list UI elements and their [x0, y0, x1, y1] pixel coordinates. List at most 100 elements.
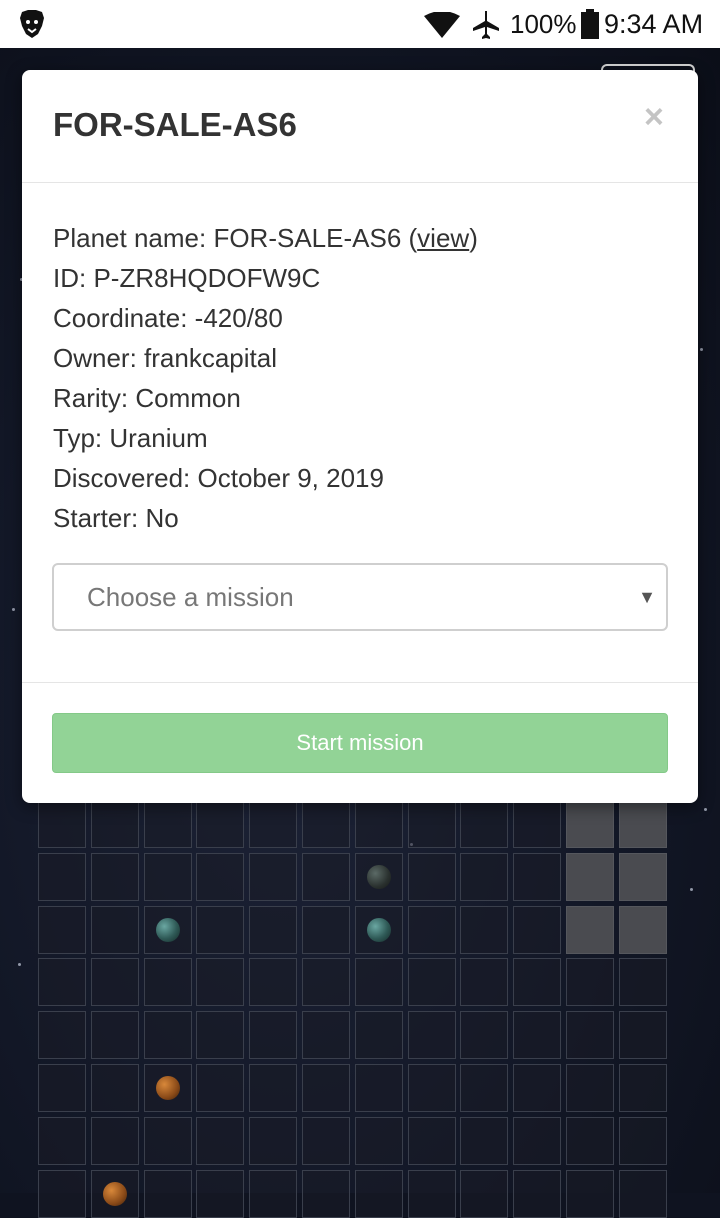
grid-cell[interactable] — [460, 852, 509, 901]
planet-grid[interactable] — [38, 800, 672, 1218]
grid-cell[interactable] — [566, 1116, 614, 1165]
grid-cell[interactable] — [90, 1011, 139, 1060]
grid-cell[interactable] — [513, 852, 562, 901]
planet-icon[interactable] — [102, 1181, 127, 1206]
grid-cell[interactable] — [618, 1169, 667, 1218]
grid-cell[interactable] — [249, 1116, 298, 1165]
grid-cell[interactable] — [618, 905, 667, 954]
grid-cell[interactable] — [513, 958, 562, 1007]
grid-cell[interactable] — [249, 1169, 298, 1218]
grid-cell[interactable] — [618, 958, 667, 1007]
close-icon[interactable]: × — [644, 98, 664, 137]
grid-cell[interactable] — [196, 905, 245, 954]
grid-cell[interactable] — [618, 852, 667, 901]
grid-cell[interactable] — [566, 958, 614, 1007]
grid-cell[interactable] — [143, 1011, 192, 1060]
grid-cell[interactable] — [354, 800, 403, 848]
grid-cell[interactable] — [407, 1011, 456, 1060]
planet-icon[interactable] — [366, 917, 391, 942]
grid-cell[interactable] — [302, 1064, 350, 1112]
grid-cell[interactable] — [249, 905, 298, 954]
grid-cell[interactable] — [618, 1064, 667, 1112]
grid-cell[interactable] — [90, 800, 139, 848]
grid-cell[interactable] — [513, 1011, 562, 1060]
grid-cell[interactable] — [407, 1169, 456, 1218]
grid-cell[interactable] — [196, 1064, 245, 1112]
grid-cell[interactable] — [460, 958, 509, 1007]
grid-cell[interactable] — [460, 800, 509, 848]
grid-cell[interactable] — [249, 1011, 298, 1060]
grid-cell[interactable] — [90, 905, 139, 954]
grid-cell[interactable] — [354, 1064, 403, 1112]
grid-cell[interactable] — [143, 1169, 192, 1218]
grid-cell[interactable] — [460, 905, 509, 954]
mission-select[interactable]: Choose a mission ▼ — [52, 563, 668, 631]
grid-cell[interactable] — [249, 800, 298, 848]
grid-cell[interactable] — [196, 1169, 245, 1218]
grid-cell[interactable] — [354, 1116, 403, 1165]
grid-cell[interactable] — [618, 1116, 667, 1165]
grid-cell[interactable] — [407, 1064, 456, 1112]
grid-cell[interactable] — [407, 958, 456, 1007]
grid-cell[interactable] — [38, 1011, 86, 1060]
grid-cell[interactable] — [143, 958, 192, 1007]
grid-cell[interactable] — [302, 958, 350, 1007]
grid-cell[interactable] — [143, 905, 192, 954]
grid-cell[interactable] — [38, 1064, 86, 1112]
grid-cell[interactable] — [38, 905, 86, 954]
grid-cell[interactable] — [513, 1116, 562, 1165]
grid-cell[interactable] — [513, 1064, 562, 1112]
grid-cell[interactable] — [407, 800, 456, 848]
grid-cell[interactable] — [566, 852, 614, 901]
grid-cell[interactable] — [513, 800, 562, 848]
planet-icon[interactable] — [366, 864, 391, 889]
grid-cell[interactable] — [354, 958, 403, 1007]
grid-cell[interactable] — [38, 1169, 86, 1218]
grid-cell[interactable] — [90, 1064, 139, 1112]
grid-cell[interactable] — [196, 958, 245, 1007]
grid-cell[interactable] — [302, 905, 350, 954]
grid-cell[interactable] — [38, 852, 86, 901]
grid-cell[interactable] — [618, 800, 667, 848]
grid-cell[interactable] — [196, 852, 245, 901]
grid-cell[interactable] — [90, 1169, 139, 1218]
grid-cell[interactable] — [38, 800, 86, 848]
grid-cell[interactable] — [618, 1011, 667, 1060]
grid-cell[interactable] — [90, 852, 139, 901]
grid-cell[interactable] — [38, 958, 86, 1007]
planet-icon[interactable] — [155, 1076, 180, 1100]
grid-cell[interactable] — [407, 852, 456, 901]
grid-cell[interactable] — [407, 1116, 456, 1165]
grid-cell[interactable] — [196, 800, 245, 848]
grid-cell[interactable] — [196, 1011, 245, 1060]
grid-cell[interactable] — [302, 1116, 350, 1165]
grid-cell[interactable] — [143, 800, 192, 848]
grid-cell[interactable] — [354, 852, 403, 901]
grid-cell[interactable] — [566, 905, 614, 954]
grid-cell[interactable] — [143, 1064, 192, 1112]
grid-cell[interactable] — [249, 958, 298, 1007]
grid-cell[interactable] — [143, 852, 192, 901]
start-mission-button[interactable]: Start mission — [52, 713, 668, 773]
grid-cell[interactable] — [354, 905, 403, 954]
grid-cell[interactable] — [407, 905, 456, 954]
grid-cell[interactable] — [460, 1064, 509, 1112]
grid-cell[interactable] — [196, 1116, 245, 1165]
grid-cell[interactable] — [302, 852, 350, 901]
grid-cell[interactable] — [566, 1064, 614, 1112]
grid-cell[interactable] — [354, 1169, 403, 1218]
grid-cell[interactable] — [90, 1116, 139, 1165]
planet-icon[interactable] — [155, 917, 180, 942]
grid-cell[interactable] — [513, 1169, 562, 1218]
grid-cell[interactable] — [354, 1011, 403, 1060]
grid-cell[interactable] — [249, 852, 298, 901]
grid-cell[interactable] — [90, 958, 139, 1007]
grid-cell[interactable] — [460, 1169, 509, 1218]
view-link[interactable]: view — [417, 223, 469, 253]
grid-cell[interactable] — [249, 1064, 298, 1112]
grid-cell[interactable] — [302, 1011, 350, 1060]
grid-cell[interactable] — [38, 1116, 86, 1165]
grid-cell[interactable] — [460, 1011, 509, 1060]
grid-cell[interactable] — [302, 1169, 350, 1218]
grid-cell[interactable] — [566, 1011, 614, 1060]
